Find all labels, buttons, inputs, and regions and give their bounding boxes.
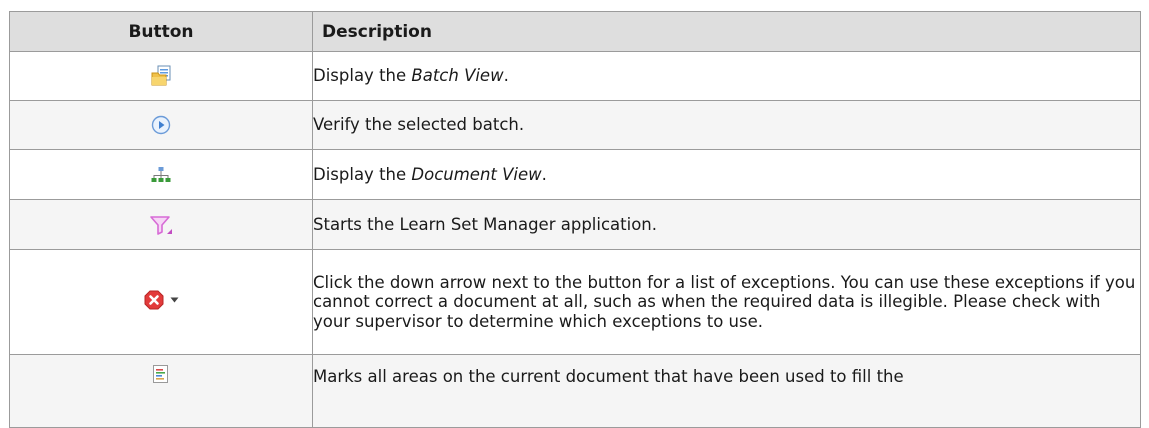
- icon-cell: [9, 249, 313, 355]
- description-cell: Starts the Learn Set Manager application…: [312, 199, 1141, 250]
- verify-play-icon: [151, 115, 171, 135]
- header-description: Description: [312, 11, 1141, 52]
- error-x-icon: [144, 290, 164, 310]
- description-cell: Verify the selected batch.: [312, 100, 1141, 150]
- table-row: Marks all areas on the current document …: [9, 354, 1141, 428]
- table-row: Display the Document View.: [9, 149, 1141, 200]
- emphasis-text: Batch View: [411, 66, 504, 86]
- icon-cell: [9, 149, 313, 200]
- table-header-row: Button Description: [9, 11, 1141, 52]
- description-cell: Click the down arrow next to the button …: [312, 249, 1141, 355]
- buttons-table: Button Description Display the Batch Vie…: [9, 11, 1141, 428]
- mark-areas-icon: [152, 364, 170, 384]
- icon-cell: [9, 51, 313, 101]
- icon-cell: [9, 100, 313, 150]
- icon-cell: [9, 199, 313, 250]
- table-row: Verify the selected batch.: [9, 100, 1141, 150]
- icon-cell: [9, 354, 313, 428]
- description-cell: Display the Batch View.: [312, 51, 1141, 101]
- batch-view-icon: [150, 65, 172, 87]
- header-button: Button: [9, 11, 313, 52]
- document-tree-icon: [150, 165, 172, 185]
- description-cell: Display the Document View.: [312, 149, 1141, 200]
- table-row: Starts the Learn Set Manager application…: [9, 199, 1141, 250]
- table-row: Display the Batch View.: [9, 51, 1141, 101]
- description-cell: Marks all areas on the current document …: [312, 354, 1141, 428]
- table-row: Click the down arrow next to the button …: [9, 249, 1141, 355]
- funnel-icon: [149, 214, 173, 236]
- emphasis-text: Document View: [411, 164, 542, 184]
- dropdown-arrow-icon: [170, 297, 179, 303]
- exceptions-button-group: [144, 290, 179, 310]
